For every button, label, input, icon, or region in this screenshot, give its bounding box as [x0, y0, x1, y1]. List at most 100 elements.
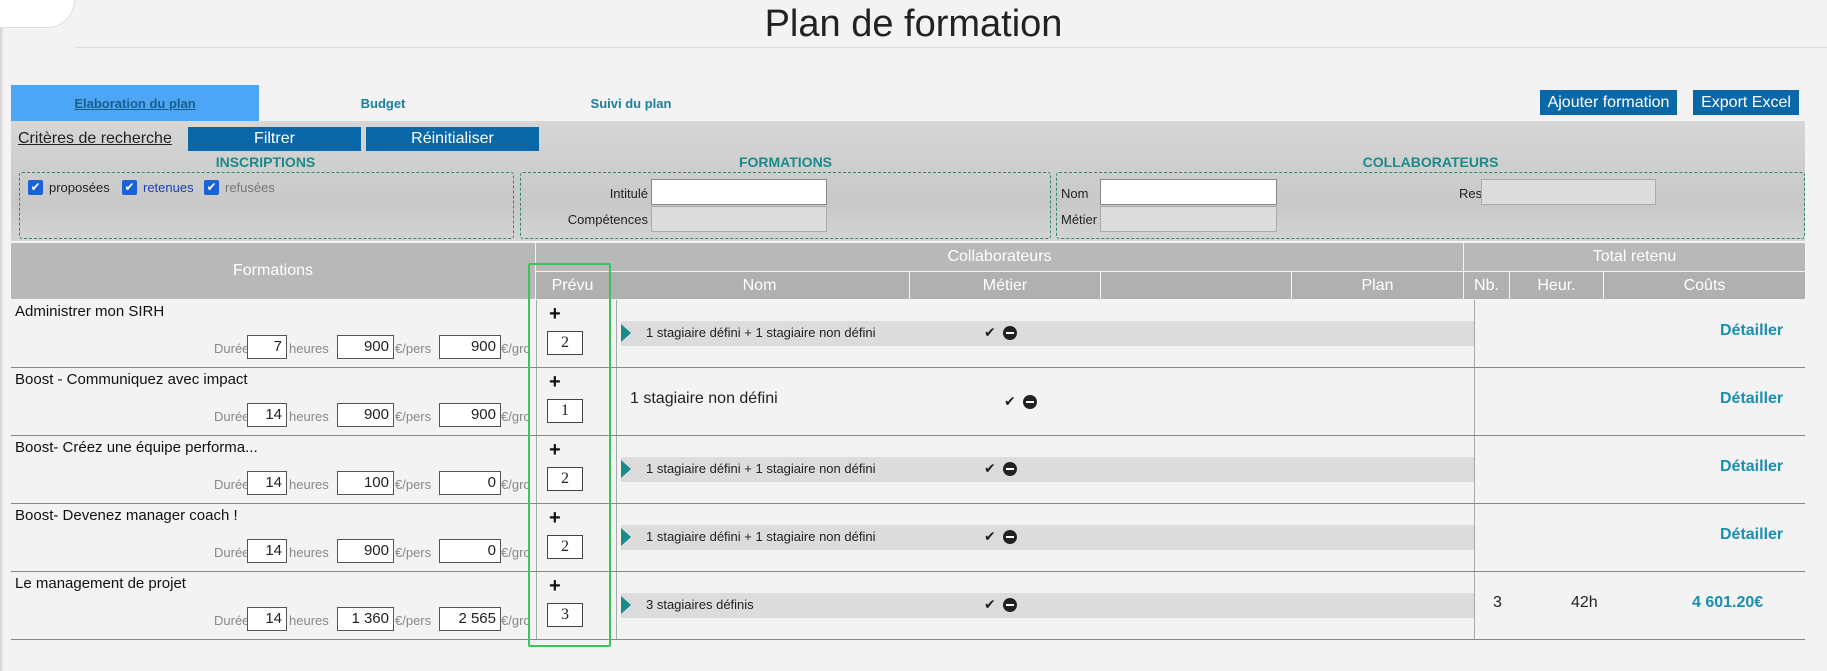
intitule-input[interactable] — [651, 179, 827, 205]
add-training-button[interactable]: Ajouter formation — [1540, 90, 1677, 115]
export-excel-button[interactable]: Export Excel — [1693, 90, 1799, 115]
duree-label: Durée — [214, 341, 250, 356]
collaborators-text: 1 stagiaire défini + 1 stagiaire non déf… — [646, 325, 876, 340]
cost-grp-input[interactable]: 900 — [439, 403, 501, 427]
training-title[interactable]: Administrer mon SIRH — [15, 303, 164, 320]
competences-label: Compétences — [567, 212, 648, 227]
minus-circle-icon[interactable] — [1003, 462, 1017, 476]
detail-link[interactable]: Détailler — [1720, 526, 1783, 544]
cost-pers-input[interactable]: 900 — [337, 539, 394, 563]
cost-grp-input[interactable]: 900 — [439, 335, 501, 359]
prevu-input[interactable]: 3 — [547, 603, 583, 627]
prevu-input[interactable]: 2 — [547, 467, 583, 491]
collaborators-summary[interactable]: 1 stagiaire défini + 1 stagiaire non déf… — [621, 321, 1474, 346]
cost-pers-input[interactable]: 900 — [337, 403, 394, 427]
collaborators-text: 1 stagiaire défini + 1 stagiaire non déf… — [646, 529, 876, 544]
metier-input[interactable] — [1100, 206, 1277, 232]
prevu-input[interactable]: 1 — [547, 399, 583, 423]
header-total-retenu: Total retenu — [1464, 243, 1805, 271]
filter-button[interactable]: Filtrer — [188, 127, 361, 151]
duree-label: Durée — [214, 545, 250, 560]
cost-pers-input[interactable]: 100 — [337, 471, 394, 495]
duree-input[interactable]: 14 — [247, 607, 287, 631]
header-couts[interactable]: Coûts — [1604, 272, 1805, 299]
reset-button[interactable]: Réinitialiser — [366, 127, 539, 151]
expand-arrow-icon[interactable] — [621, 460, 631, 478]
duree-input[interactable]: 14 — [247, 471, 287, 495]
detail-link[interactable]: Détailler — [1720, 458, 1783, 476]
check-icon[interactable]: ✔ — [984, 596, 996, 613]
nom-input[interactable] — [1100, 179, 1277, 205]
plus-icon[interactable]: + — [549, 439, 561, 462]
collaborators-summary[interactable]: 1 stagiaire défini + 1 stagiaire non déf… — [621, 525, 1474, 550]
cost-grp-input[interactable]: 0 — [439, 471, 501, 495]
tab-suivi[interactable]: Suivi du plan — [507, 85, 755, 121]
duree-label: Durée — [214, 613, 250, 628]
resp-input[interactable] — [1481, 179, 1656, 205]
prevu-cell: + 3 — [536, 572, 617, 639]
plus-icon[interactable]: + — [549, 575, 561, 598]
detail-link[interactable]: Détailler — [1720, 390, 1783, 408]
table-row: Boost- Créez une équipe performa... Duré… — [11, 436, 1805, 504]
training-title[interactable]: Boost- Devenez manager coach ! — [15, 507, 238, 524]
collaborators-summary[interactable]: 1 stagiaire défini + 1 stagiaire non déf… — [621, 457, 1474, 482]
header-nb[interactable]: Nb. — [1464, 272, 1509, 299]
check-icon[interactable]: ✔ — [984, 324, 996, 341]
check-icon[interactable]: ✔ — [1004, 393, 1016, 410]
prevu-input[interactable]: 2 — [547, 331, 583, 355]
heures-label: heures — [289, 545, 329, 560]
column-divider — [1474, 300, 1475, 367]
expand-arrow-icon[interactable] — [621, 324, 631, 342]
duree-input[interactable]: 14 — [247, 403, 287, 427]
cost-grp-input[interactable]: 2 565 — [439, 607, 501, 631]
table-row: Boost - Communiquez avec impact Durée 14… — [11, 368, 1805, 436]
minus-circle-icon[interactable] — [1023, 395, 1037, 409]
eur-grp-label: €/gro — [501, 545, 531, 560]
checkbox-checked-icon[interactable]: ✔ — [28, 180, 43, 195]
plus-icon[interactable]: + — [549, 303, 561, 326]
plus-icon[interactable]: + — [549, 507, 561, 530]
checkbox-retenues[interactable]: ✔ retenues — [122, 180, 194, 195]
cost-pers-input[interactable]: 1 360 — [337, 607, 394, 631]
expand-arrow-icon[interactable] — [621, 596, 631, 614]
checkbox-refusees[interactable]: ✔ refusées — [204, 180, 275, 195]
eur-grp-label: €/gro — [501, 477, 531, 492]
checkbox-proposees[interactable]: ✔ proposées — [28, 180, 110, 195]
duree-label: Durée — [214, 409, 250, 424]
page-title: Plan de formation — [764, 3, 1063, 45]
training-title[interactable]: Boost - Communiquez avec impact — [15, 371, 248, 388]
prevu-input[interactable]: 2 — [547, 535, 583, 559]
cost-grp-input[interactable]: 0 — [439, 539, 501, 563]
training-title[interactable]: Boost- Créez une équipe performa... — [15, 439, 258, 456]
heures-label: heures — [289, 613, 329, 628]
header-metier[interactable]: Métier — [910, 272, 1100, 299]
duree-label: Durée — [214, 477, 250, 492]
duree-input[interactable]: 14 — [247, 539, 287, 563]
criteria-label[interactable]: Critères de recherche — [18, 130, 172, 148]
minus-circle-icon[interactable] — [1003, 326, 1017, 340]
tab-budget[interactable]: Budget — [259, 85, 507, 121]
check-icon[interactable]: ✔ — [984, 460, 996, 477]
header-plan[interactable]: Plan — [1292, 272, 1463, 299]
plus-icon[interactable]: + — [549, 371, 561, 394]
header-heur[interactable]: Heur. — [1510, 272, 1603, 299]
detail-link[interactable]: Détailler — [1720, 322, 1783, 340]
duree-input[interactable]: 7 — [247, 335, 287, 359]
checkbox-checked-icon[interactable]: ✔ — [204, 180, 219, 195]
expand-arrow-icon[interactable] — [621, 528, 631, 546]
header-prevu[interactable]: Prévu — [536, 272, 609, 299]
cost-pers-input[interactable]: 900 — [337, 335, 394, 359]
check-icon[interactable]: ✔ — [984, 528, 996, 545]
eur-pers-label: €/pers — [395, 477, 432, 492]
table-row: Le management de projet Durée 14 heures … — [11, 572, 1805, 640]
training-title[interactable]: Le management de projet — [15, 575, 186, 592]
minus-circle-icon[interactable] — [1003, 530, 1017, 544]
header-nom[interactable]: Nom — [610, 272, 909, 299]
checkbox-checked-icon[interactable]: ✔ — [122, 180, 137, 195]
minus-circle-icon[interactable] — [1003, 598, 1017, 612]
tab-elaboration[interactable]: Elaboration du plan — [11, 85, 259, 121]
collaborators-summary[interactable]: 1 stagiaire non défini ✔ — [621, 389, 1474, 414]
collaborators-summary[interactable]: 3 stagiaires définis ✔ — [621, 593, 1474, 618]
collaborators-text: 1 stagiaire défini + 1 stagiaire non déf… — [646, 461, 876, 476]
competences-input[interactable] — [651, 206, 827, 232]
